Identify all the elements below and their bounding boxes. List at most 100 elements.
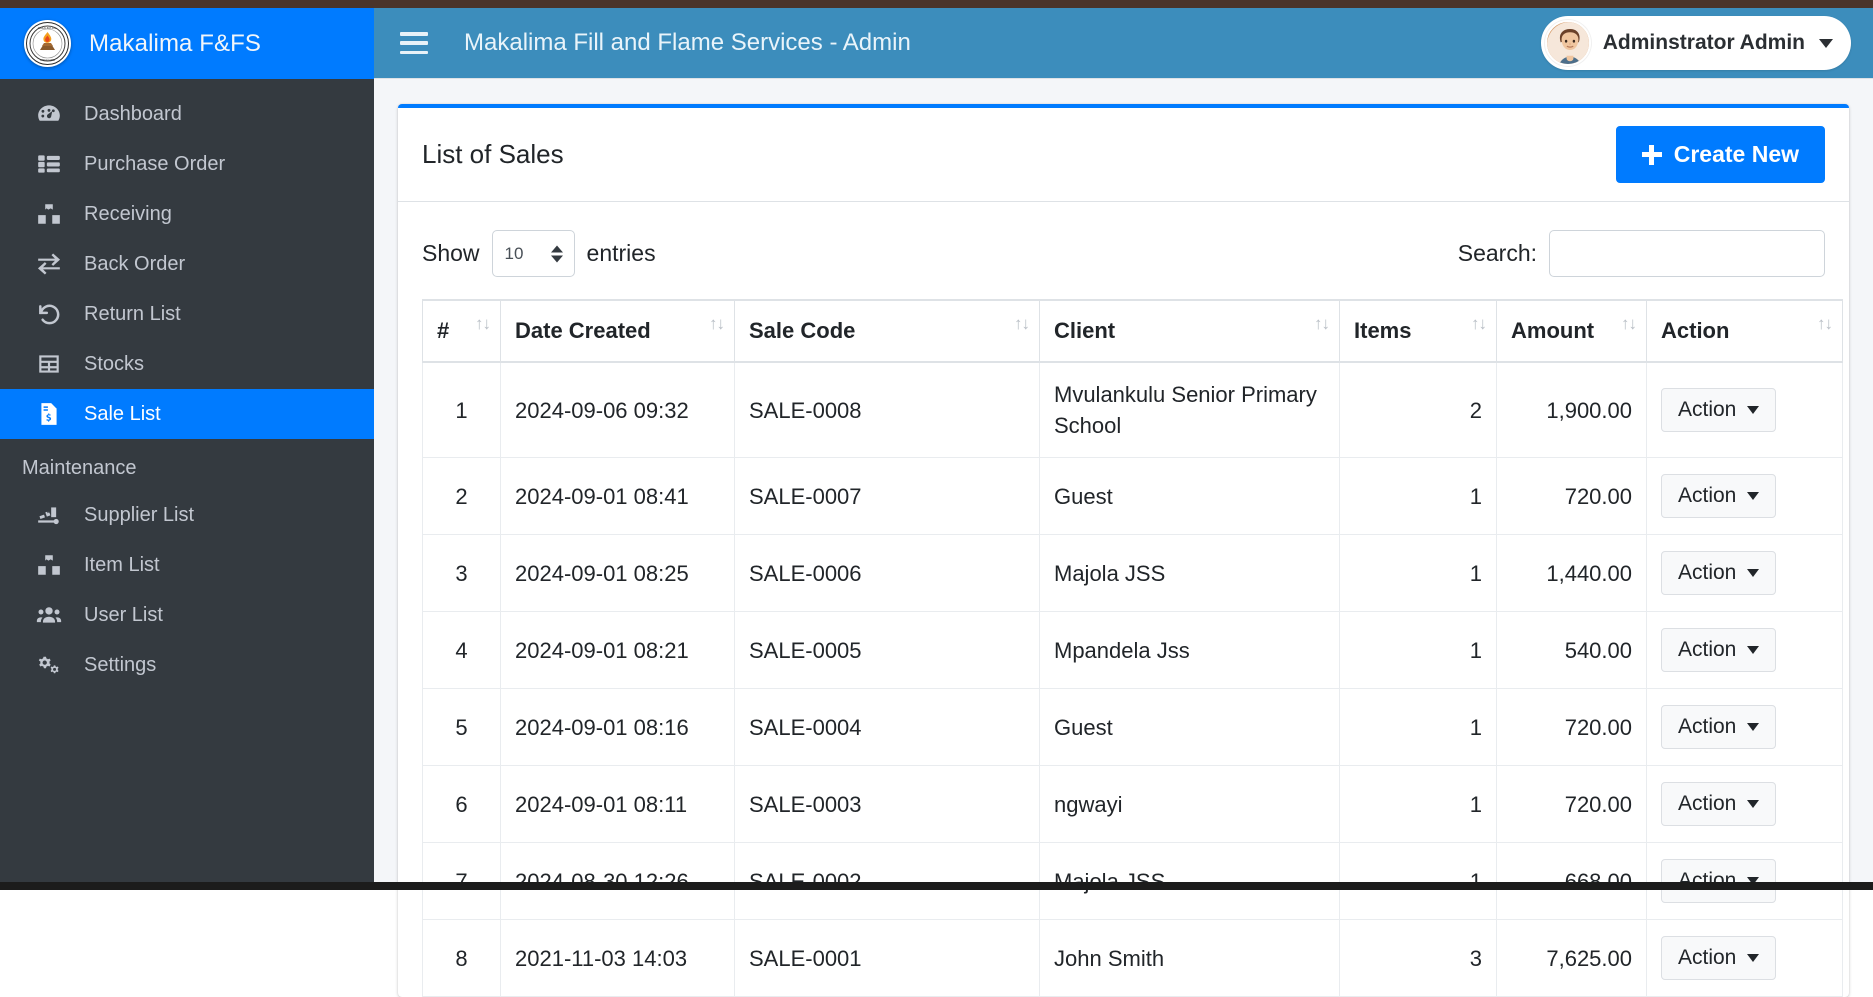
sidebar-brand[interactable]: MAKALIMA FILL AND FLAME Makalima F&FS <box>0 8 374 79</box>
column-header-client[interactable]: Client ↑↓ <box>1039 299 1340 363</box>
search-label: Search: <box>1457 240 1537 266</box>
cell-action: Action <box>1646 534 1843 613</box>
cell-action: Action <box>1646 361 1843 459</box>
cell-client: Mvulankulu Senior Primary School <box>1039 361 1340 459</box>
cell-items: 1 <box>1339 457 1497 536</box>
action-button-label: Action <box>1678 484 1737 508</box>
sidebar-item-label: Sale List <box>84 403 161 425</box>
cell-amount: 7,625.00 <box>1496 919 1647 997</box>
action-button-label: Action <box>1678 946 1737 970</box>
sort-icon: ↑↓ <box>1471 314 1487 333</box>
action-dropdown-button[interactable]: Action <box>1661 474 1777 519</box>
header-label: Items <box>1354 318 1412 343</box>
caret-down-icon <box>1747 800 1760 809</box>
action-dropdown-button[interactable]: Action <box>1661 551 1777 596</box>
sidebar-item-label: Settings <box>84 654 157 676</box>
create-new-label: Create New <box>1673 141 1799 167</box>
table-row: 8 2021-11-03 14:03 SALE-0001 John Smith 3 7,6… <box>422 919 1843 997</box>
sidebar-item-label: User List <box>84 604 163 626</box>
sidebar-brand-title: Makalima F&FS <box>89 29 261 57</box>
sidebar-item-label: Receiving <box>84 203 172 225</box>
column-header-items[interactable]: Items ↑↓ <box>1339 299 1497 363</box>
file-invoice-icon <box>36 401 62 427</box>
entries-label: entries <box>586 240 656 266</box>
content-wrapper: List of Sales Create New Show 10 entries… <box>374 79 1873 997</box>
browser-top-strip <box>0 0 1873 8</box>
sidebar-item-return-list[interactable]: Return List <box>0 289 374 339</box>
sort-icon: ↑↓ <box>709 314 725 333</box>
action-dropdown-button[interactable]: Action <box>1661 388 1777 433</box>
action-button-label: Action <box>1678 715 1737 739</box>
cell-sale-code: SALE-0007 <box>734 457 1040 536</box>
users-icon <box>36 602 62 628</box>
cell-client: Mpandela Jss <box>1039 611 1340 690</box>
cell-client: Guest <box>1039 688 1340 767</box>
cell-amount: 720.00 <box>1496 765 1647 844</box>
cell-amount: 720.00 <box>1496 457 1647 536</box>
action-dropdown-button[interactable]: Action <box>1661 782 1777 827</box>
cell-action: Action <box>1646 765 1843 844</box>
plus-icon <box>1641 144 1662 165</box>
cell-client: Guest <box>1039 457 1340 536</box>
cell-sale-code: SALE-0003 <box>734 765 1040 844</box>
cell-number: 8 <box>422 919 501 997</box>
caret-down-icon <box>1747 723 1760 732</box>
header-label: Date Created <box>515 318 651 343</box>
sort-icon: ↑↓ <box>475 314 491 333</box>
action-button-label: Action <box>1678 638 1737 662</box>
sidebar-item-purchase-order[interactable]: Purchase Order <box>0 139 374 189</box>
cell-sale-code: SALE-0001 <box>734 919 1040 997</box>
main-area: Makalima Fill and Flame Services - Admin <box>374 8 1873 997</box>
sidebar-item-settings[interactable]: Settings <box>0 640 374 690</box>
header-label: Action <box>1661 318 1730 343</box>
column-header-number[interactable]: # ↑↓ <box>422 299 501 363</box>
page-length-control: Show 10 entries <box>422 230 656 277</box>
sidebar-item-item-list[interactable]: Item List <box>0 540 374 590</box>
cell-number: 6 <box>422 765 501 844</box>
action-dropdown-button[interactable]: Action <box>1661 705 1777 750</box>
sort-icon: ↑↓ <box>1014 314 1030 333</box>
cell-number: 2 <box>422 457 501 536</box>
table-row: 5 2024-09-01 08:16 SALE-0004 Guest 1 720.00 Ac… <box>422 688 1843 767</box>
sidebar-item-back-order[interactable]: Back Order <box>0 239 374 289</box>
cell-sale-code: SALE-0006 <box>734 534 1040 613</box>
page-length-select[interactable]: 10 <box>491 230 575 277</box>
column-header-amount[interactable]: Amount ↑↓ <box>1496 299 1647 363</box>
sidebar-item-supplier-list[interactable]: Supplier List <box>0 490 374 540</box>
action-button-label: Action <box>1678 398 1737 422</box>
top-navbar: Makalima Fill and Flame Services - Admin <box>374 8 1873 79</box>
sidebar-item-label: Dashboard <box>84 103 182 125</box>
boxes-icon <box>36 201 62 227</box>
sidebar-item-dashboard[interactable]: Dashboard <box>0 89 374 139</box>
column-header-salecode[interactable]: Sale Code ↑↓ <box>734 299 1040 363</box>
list-icon <box>36 151 62 177</box>
user-menu-button[interactable]: Adminstrator Admin <box>1540 16 1851 70</box>
table-row: 4 2024-09-01 08:21 SALE-0005 Mpandela Jss 1 5… <box>422 611 1843 690</box>
cell-number: 3 <box>422 534 501 613</box>
column-header-action[interactable]: Action ↑↓ <box>1646 299 1843 363</box>
cell-items: 1 <box>1339 688 1497 767</box>
hamburger-icon[interactable] <box>400 32 428 54</box>
sidebar-item-label: Item List <box>84 554 160 576</box>
cell-sale-code: SALE-0008 <box>734 361 1040 459</box>
create-new-button[interactable]: Create New <box>1615 126 1825 183</box>
table-header-row: # ↑↓ Date Created ↑↓ Sale Code ↑↓ Client ↑↓ … <box>422 299 1843 363</box>
table-row: 6 2024-09-01 08:11 SALE-0003 ngwayi 1 720.00 A… <box>422 765 1843 844</box>
exchange-arrows-icon <box>36 251 62 277</box>
sort-icon: ↑↓ <box>1621 314 1637 333</box>
sidebar-item-receiving[interactable]: Receiving <box>0 189 374 239</box>
sidebar-item-stocks[interactable]: Stocks <box>0 339 374 389</box>
search-input[interactable] <box>1549 230 1825 277</box>
sidebar-nav: Dashboard Purchase Order Receiving Back … <box>0 79 374 690</box>
column-header-date[interactable]: Date Created ↑↓ <box>500 299 735 363</box>
cell-date-created: 2024-09-01 08:11 <box>500 765 735 844</box>
table-body: 1 2024-09-06 09:32 SALE-0008 Mvulankulu Sen… <box>422 361 1843 997</box>
cell-action: Action <box>1646 457 1843 536</box>
undo-icon <box>36 301 62 327</box>
cell-number: 5 <box>422 688 501 767</box>
action-dropdown-button[interactable]: Action <box>1661 628 1777 673</box>
action-dropdown-button[interactable]: Action <box>1661 936 1777 981</box>
sidebar-item-user-list[interactable]: User List <box>0 590 374 640</box>
caret-down-icon <box>1747 646 1760 655</box>
sidebar-item-sale-list[interactable]: Sale List <box>0 389 374 439</box>
